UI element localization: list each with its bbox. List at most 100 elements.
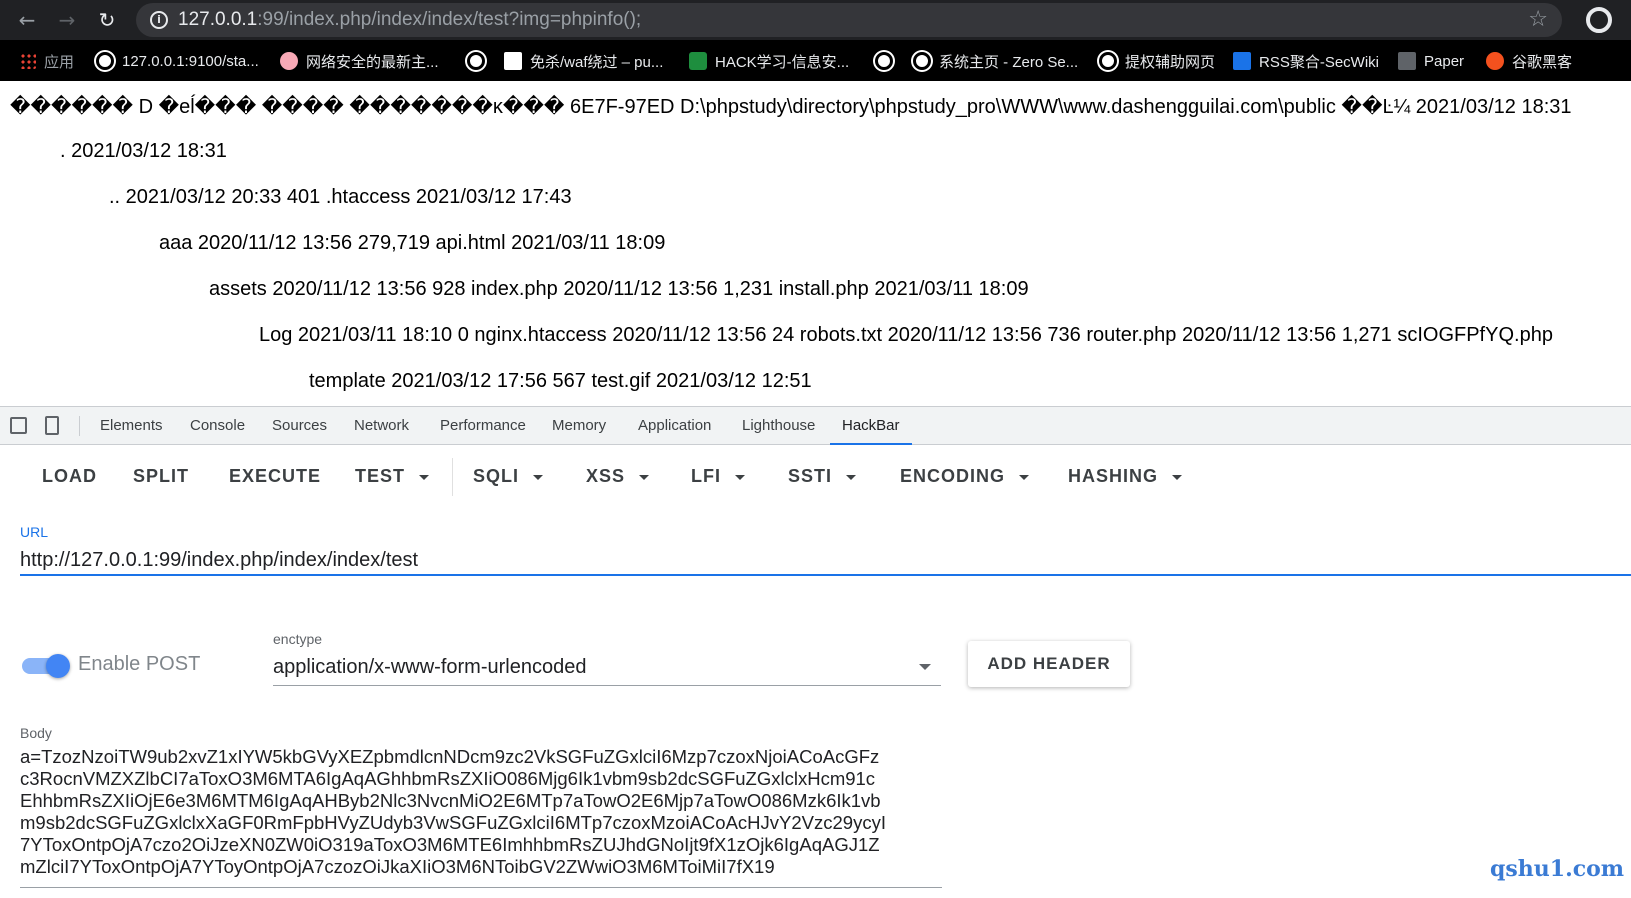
bookmark-star-icon[interactable]: ☆ xyxy=(1528,7,1548,32)
browser-toolbar: ← → ↻ i 127.0.0.1:99/index.php/index/ind… xyxy=(0,0,1631,40)
globe-icon xyxy=(1099,52,1117,70)
bookmark-item[interactable]: HACK学习-信息安... xyxy=(689,50,849,72)
caret-down-icon xyxy=(639,474,650,480)
hashing-dropdown-button[interactable]: HASHING xyxy=(1068,464,1183,488)
execute-button[interactable]: EXECUTE xyxy=(229,464,321,488)
sqli-dropdown-button[interactable]: SQLI xyxy=(473,464,544,488)
toolbar-divider xyxy=(452,458,453,496)
encoding-dropdown-button[interactable]: ENCODING xyxy=(900,464,1030,488)
profile-icon[interactable] xyxy=(1586,7,1612,33)
button-label: SQLI xyxy=(473,466,520,486)
bookmark-item[interactable] xyxy=(467,50,493,72)
page-output-line: aaa 2020/11/12 13:56 279,719 api.html 20… xyxy=(159,232,666,254)
tab-elements[interactable]: Elements xyxy=(100,407,163,445)
body-underline xyxy=(20,887,942,888)
url-label: URL xyxy=(20,524,49,540)
bookmark-label: 谷歌黑客 xyxy=(1512,53,1573,71)
info-icon[interactable]: i xyxy=(150,11,168,29)
chat-icon xyxy=(280,52,298,70)
bookmark-item[interactable]: RSS聚合-SecWiki xyxy=(1233,50,1379,72)
page-output-line: ������ D �eĺ��� ���� �������ĸ��� 6E7F-97… xyxy=(10,96,1572,118)
bookmark-item[interactable]: 127.0.0.1:9100/sta... xyxy=(96,50,259,72)
page-output-line: .. 2021/03/12 20:33 401 .htaccess 2021/0… xyxy=(109,186,572,208)
add-header-button[interactable]: ADD HEADER xyxy=(968,641,1130,687)
leaf-icon xyxy=(689,52,707,70)
address-url[interactable]: 127.0.0.1:99/index.php/index/index/test?… xyxy=(178,9,641,31)
apps-icon xyxy=(20,53,36,69)
devtools-panel: Elements Console Sources Network Perform… xyxy=(0,406,1631,898)
caret-down-icon xyxy=(846,474,857,480)
bookmark-label: 提权辅助网页 xyxy=(1125,53,1216,71)
button-label: XSS xyxy=(586,466,626,486)
divider xyxy=(79,416,80,436)
split-button[interactable]: SPLIT xyxy=(133,464,189,488)
caret-down-icon xyxy=(419,474,430,480)
rss-icon xyxy=(1233,52,1251,70)
globe-icon xyxy=(467,52,485,70)
enable-post-label: Enable POST xyxy=(78,653,201,675)
tab-memory[interactable]: Memory xyxy=(552,407,606,445)
test-dropdown-button[interactable]: TEST xyxy=(355,464,430,488)
button-label: HASHING xyxy=(1068,466,1159,486)
tab-hackbar[interactable]: HackBar xyxy=(830,407,912,445)
bookmark-item[interactable]: 网络安全的最新主... xyxy=(280,50,439,72)
body-textarea[interactable]: a=TzozNzoiTW9ub2xvZ1xIYW5kbGVyXEZpbmdlcn… xyxy=(20,746,942,878)
devtools-tab-bar: Elements Console Sources Network Perform… xyxy=(0,407,1631,445)
lfi-dropdown-button[interactable]: LFI xyxy=(691,464,745,488)
bookmark-label: 系统主页 - Zero Se... xyxy=(939,53,1079,71)
bookmark-item[interactable]: 免杀/waf绕过 – pu... xyxy=(504,50,663,72)
button-label: TEST xyxy=(355,466,406,486)
enable-post-toggle[interactable] xyxy=(22,654,70,678)
bookmark-apps[interactable]: 应用 xyxy=(20,50,74,72)
toggle-knob xyxy=(46,654,70,678)
back-arrow-icon[interactable]: ← xyxy=(12,5,42,35)
button-label: EXECUTE xyxy=(229,466,322,486)
hackbar-toolbar: LOAD SPLIT EXECUTE TEST SQLI XSS LFI SST… xyxy=(0,446,1631,506)
bookmark-item[interactable]: 系统主页 - Zero Se... xyxy=(913,50,1078,72)
button-label: LOAD xyxy=(42,466,97,486)
page-output-line: Log 2021/03/11 18:10 0 nginx.htaccess 20… xyxy=(259,324,1553,346)
tab-application[interactable]: Application xyxy=(638,407,711,445)
button-label: ENCODING xyxy=(900,466,1006,486)
bookmark-item[interactable]: Paper xyxy=(1398,50,1464,72)
reload-icon[interactable]: ↻ xyxy=(92,5,122,35)
enctype-select[interactable]: application/x-www-form-urlencoded xyxy=(273,654,941,686)
url-input[interactable]: http://127.0.0.1:99/index.php/index/inde… xyxy=(20,546,1631,576)
globe-icon xyxy=(96,52,114,70)
caret-down-icon xyxy=(1172,474,1183,480)
device-toolbar-icon[interactable] xyxy=(45,416,59,435)
bookmark-item[interactable]: 谷歌黑客 xyxy=(1486,50,1572,72)
tab-performance[interactable]: Performance xyxy=(440,407,526,445)
page-output-line: assets 2020/11/12 13:56 928 index.php 20… xyxy=(209,278,1029,300)
bookmark-item[interactable] xyxy=(875,50,901,72)
bug-icon xyxy=(1486,52,1504,70)
bookmark-item[interactable]: 提权辅助网页 xyxy=(1099,50,1215,72)
url-path: :99/index.php/index/index/test?img=phpin… xyxy=(257,9,642,30)
body-label: Body xyxy=(20,725,52,741)
enctype-label: enctype xyxy=(273,631,323,647)
tab-console[interactable]: Console xyxy=(190,407,245,445)
bookmarks-bar: 应用 127.0.0.1:9100/sta... 网络安全的最新主... 免杀/… xyxy=(0,40,1631,81)
hackbar-form: URL http://127.0.0.1:99/index.php/index/… xyxy=(0,506,1631,898)
bookmark-label: 网络安全的最新主... xyxy=(306,53,439,71)
tab-lighthouse[interactable]: Lighthouse xyxy=(742,407,815,445)
forward-arrow-icon[interactable]: → xyxy=(52,5,82,35)
xss-dropdown-button[interactable]: XSS xyxy=(586,464,650,488)
enctype-value: application/x-www-form-urlencoded xyxy=(273,656,587,678)
page-output-line: . 2021/03/12 18:31 xyxy=(60,140,227,162)
tab-sources[interactable]: Sources xyxy=(272,407,327,445)
address-bar[interactable]: i 127.0.0.1:99/index.php/index/index/tes… xyxy=(136,3,1562,37)
inspect-element-icon[interactable] xyxy=(10,417,27,434)
chevron-down-icon xyxy=(919,664,931,670)
button-label: SSTI xyxy=(788,466,833,486)
bookmark-label: HACK学习-信息安... xyxy=(715,53,850,71)
bookmark-label: Paper xyxy=(1424,52,1465,70)
globe-icon xyxy=(875,52,893,70)
tab-network[interactable]: Network xyxy=(354,407,409,445)
url-host: 127.0.0.1 xyxy=(178,9,258,30)
globe-icon xyxy=(913,52,931,70)
caret-down-icon xyxy=(533,474,544,480)
button-label: SPLIT xyxy=(133,466,190,486)
load-button[interactable]: LOAD xyxy=(42,464,97,488)
ssti-dropdown-button[interactable]: SSTI xyxy=(788,464,857,488)
